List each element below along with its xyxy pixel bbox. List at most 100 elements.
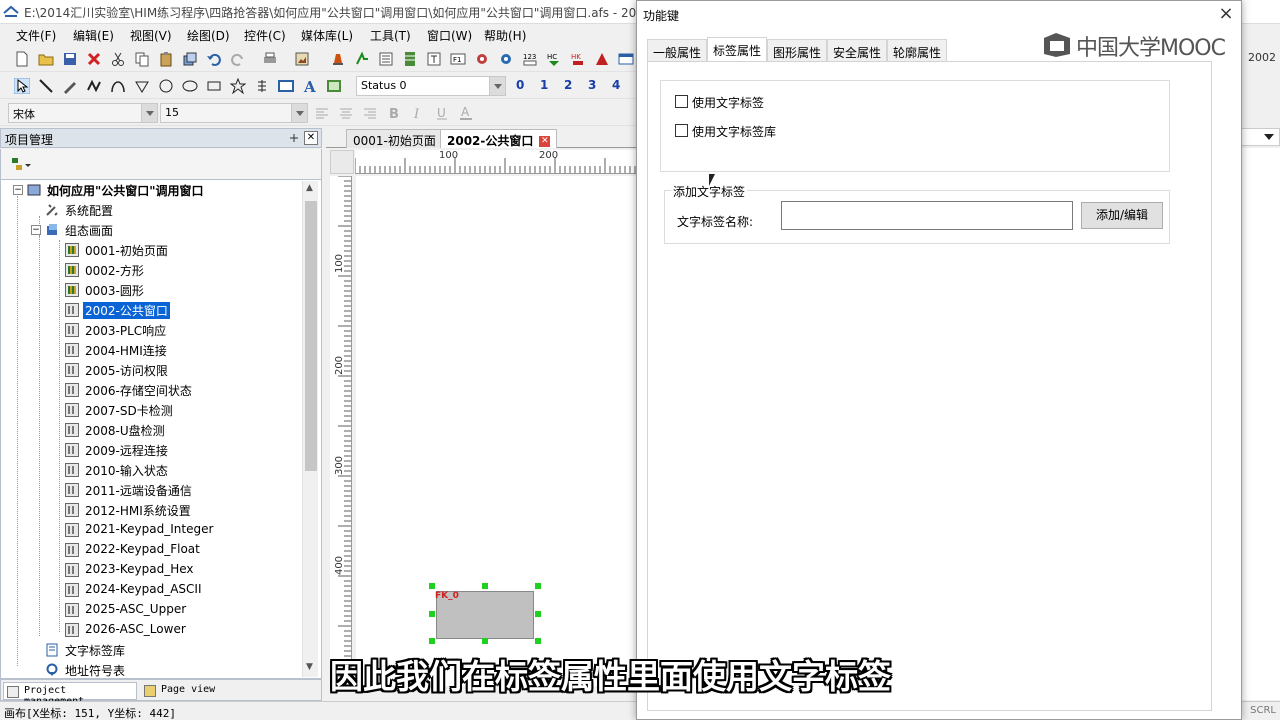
scrollbar-thumb[interactable] [305,201,317,471]
save-icon[interactable] [62,51,78,67]
numeric-input-icon[interactable]: 123 [522,51,538,67]
window-icon[interactable] [618,51,634,67]
menu-help[interactable]: 帮助(H) [484,27,526,44]
menu-edit[interactable]: 编辑(E) [73,27,114,44]
line-icon[interactable] [38,78,54,94]
undo-icon[interactable] [206,51,222,67]
italic-icon[interactable]: I [410,105,426,121]
copy-icon[interactable] [134,51,150,67]
tab-label-properties[interactable]: 标签属性 [707,37,768,61]
align-left-icon[interactable] [314,105,330,121]
resize-handle[interactable] [535,583,541,589]
menu-controls[interactable]: 控件(C) [244,27,286,44]
open-folder-icon[interactable] [38,51,54,67]
menu-media-library[interactable]: 媒体库(L) [301,27,353,44]
redo-icon[interactable] [230,51,246,67]
resize-handle[interactable] [482,583,488,589]
alarm-icon[interactable] [594,51,610,67]
collapse-icon[interactable]: − [13,185,23,195]
close-tab-icon[interactable]: ✕ [539,136,551,147]
tab-page-view[interactable]: Page view [141,682,221,700]
circle-icon[interactable] [158,78,174,94]
resize-handle[interactable] [429,611,435,617]
polygon-icon[interactable] [134,78,150,94]
font-size-combo[interactable]: 15 [160,103,308,123]
right-dropdown[interactable] [1240,128,1280,146]
function-key-icon[interactable]: F1 [450,51,466,67]
settings-icon[interactable] [498,51,514,67]
chevron-down-icon[interactable] [141,104,157,122]
font-combo[interactable]: 宋体 [8,103,158,123]
tab-security[interactable]: 安全属性 [827,39,888,61]
align-right-icon[interactable] [362,105,378,121]
hc-icon[interactable]: HC [546,51,562,67]
pointer-icon[interactable] [14,78,30,94]
tab-0001[interactable]: 0001-初始页面 [346,129,443,148]
close-icon[interactable]: ✕ [304,131,318,145]
scroll-up-icon[interactable]: ▲ [306,183,313,193]
resize-handle[interactable] [429,638,435,644]
list-icon[interactable] [378,51,394,67]
resize-handle[interactable] [482,638,488,644]
text-box-icon[interactable] [426,51,442,67]
lamp-icon[interactable] [330,51,346,67]
status-4-button[interactable]: 4 [612,78,620,92]
status-1-button[interactable]: 1 [540,78,548,92]
picture-icon[interactable] [326,78,342,94]
scroll-down-icon[interactable]: ▼ [306,662,313,672]
checkbox-box[interactable] [675,95,688,108]
hk-icon[interactable]: HK [570,51,586,67]
text-icon[interactable]: A [302,78,318,94]
gear-icon[interactable] [474,51,490,67]
tree-scrollbar[interactable]: ▲ ▼ [302,181,318,677]
bit-icon[interactable] [354,51,370,67]
new-file-icon[interactable] [14,51,30,67]
bold-icon[interactable]: B [386,105,402,121]
ellipse-icon[interactable] [182,78,198,94]
resize-handle[interactable] [535,611,541,617]
collapse-icon[interactable]: − [31,225,41,235]
tab-general[interactable]: 一般属性 [647,39,708,61]
checkbox-box[interactable] [675,124,688,137]
table-icon[interactable] [402,51,418,67]
tree-item-label: 组态画面 [65,224,114,238]
tab-outline[interactable]: 轮廓属性 [887,39,948,61]
align-center-icon[interactable] [338,105,354,121]
arc-icon[interactable] [110,78,126,94]
delete-icon[interactable] [86,51,102,67]
rectangle-icon[interactable] [206,78,222,94]
menu-draw[interactable]: 绘图(D) [187,27,230,44]
tree-view-icon[interactable] [11,157,31,173]
tag-name-input[interactable] [781,201,1073,230]
menu-window[interactable]: 窗口(W) [427,27,472,44]
image-icon[interactable] [294,51,310,67]
status-0-button[interactable]: 0 [516,78,524,92]
frame-icon[interactable] [278,78,294,94]
tab-project-management[interactable]: Project management [3,682,137,707]
chevron-down-icon[interactable] [291,104,307,122]
underline-icon[interactable]: U [434,105,450,121]
status-combo[interactable]: Status 0 [356,76,506,96]
cut-icon[interactable] [110,51,126,67]
menu-view[interactable]: 视图(V) [130,27,172,44]
print-icon[interactable] [262,51,278,67]
duplicate-icon[interactable] [182,51,198,67]
status-2-button[interactable]: 2 [564,78,572,92]
paste-icon[interactable] [158,51,174,67]
scale-icon[interactable] [254,78,270,94]
tab-2002[interactable]: 2002-公共窗口 ✕ [440,129,558,148]
menu-tools[interactable]: 工具(T) [370,27,411,44]
font-color-icon[interactable]: A [458,105,474,121]
status-3-button[interactable]: 3 [588,78,596,92]
resize-handle[interactable] [429,583,435,589]
chevron-down-icon[interactable] [489,77,505,95]
pen-icon[interactable] [62,78,78,94]
add-edit-button[interactable]: 添加/编辑 [1081,202,1163,229]
star-icon[interactable] [230,78,246,94]
menu-file[interactable]: 文件(F) [16,27,56,44]
pin-icon[interactable] [287,131,301,145]
resize-handle[interactable] [535,638,541,644]
polyline-icon[interactable] [86,78,102,94]
tab-graphics[interactable]: 图形属性 [767,39,828,61]
close-icon[interactable]: × [1215,3,1237,25]
